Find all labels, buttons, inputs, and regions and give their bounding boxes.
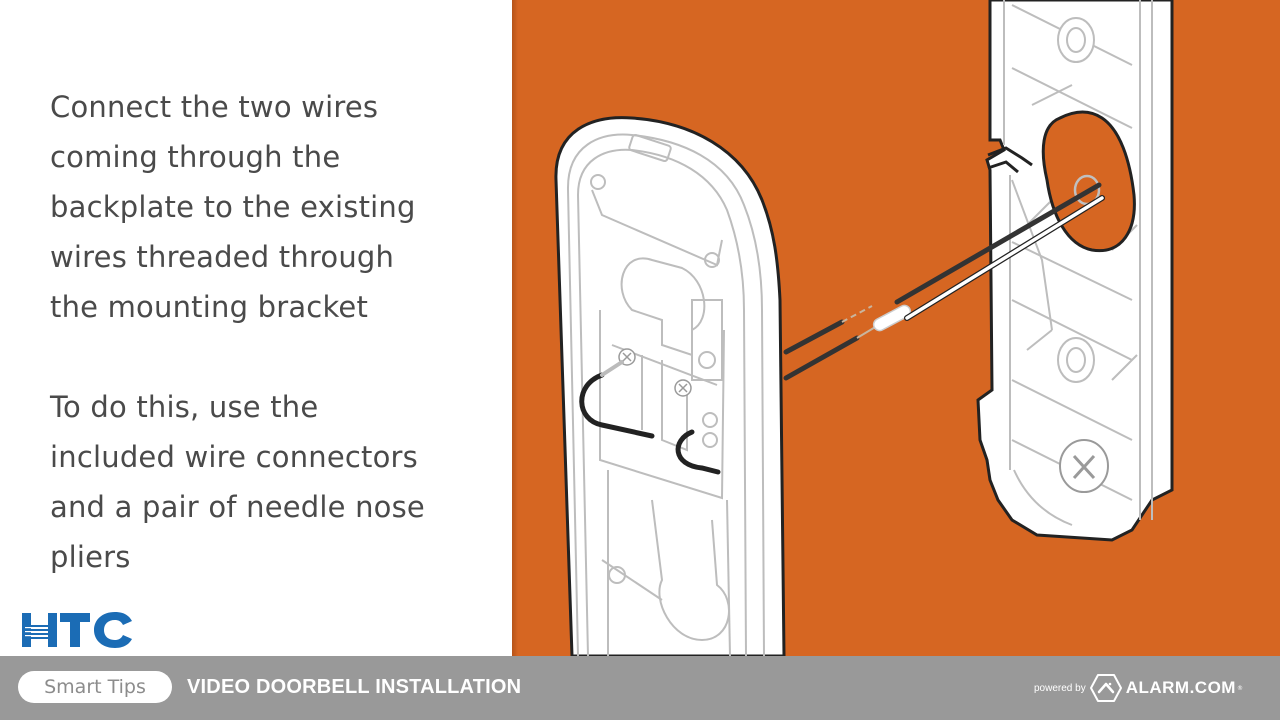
alarm-com-logo-icon bbox=[1089, 674, 1122, 702]
screw-boss-top bbox=[1057, 17, 1095, 63]
instruction-panel: Connect the two wires coming through the… bbox=[0, 0, 512, 656]
doorbell-backplate bbox=[554, 116, 786, 656]
smart-tips-badge: Smart Tips bbox=[18, 671, 172, 703]
registered-mark: ® bbox=[1236, 684, 1243, 692]
mounting-bracket bbox=[976, 0, 1174, 542]
powered-by-label: powered by bbox=[1034, 682, 1086, 694]
doorbell-illustration bbox=[512, 0, 1280, 656]
htc-logo-h-right bbox=[48, 613, 57, 647]
instruction-paragraph-2: To do this, use the included wire connec… bbox=[50, 390, 425, 574]
instruction-paragraph-1: Connect the two wires coming through the… bbox=[50, 90, 416, 324]
htc-logo-h-left bbox=[22, 613, 31, 647]
alarm-com-wordmark: ALARM.COM bbox=[1125, 678, 1236, 697]
bracket-screw-icon bbox=[1059, 439, 1109, 493]
screw-boss-middle bbox=[1057, 337, 1095, 383]
video-frame: Connect the two wires coming through the… bbox=[0, 0, 1280, 720]
doorbell-diagram bbox=[554, 0, 1174, 656]
powered-by-alarm-com: powered by ALARM.COM ® bbox=[1034, 674, 1243, 702]
wire-dark-backplate bbox=[783, 319, 845, 355]
video-title: VIDEO DOORBELL INSTALLATION bbox=[187, 676, 522, 698]
htc-logo bbox=[22, 612, 132, 648]
instruction-text: Connect the two wires coming through the… bbox=[50, 82, 490, 582]
